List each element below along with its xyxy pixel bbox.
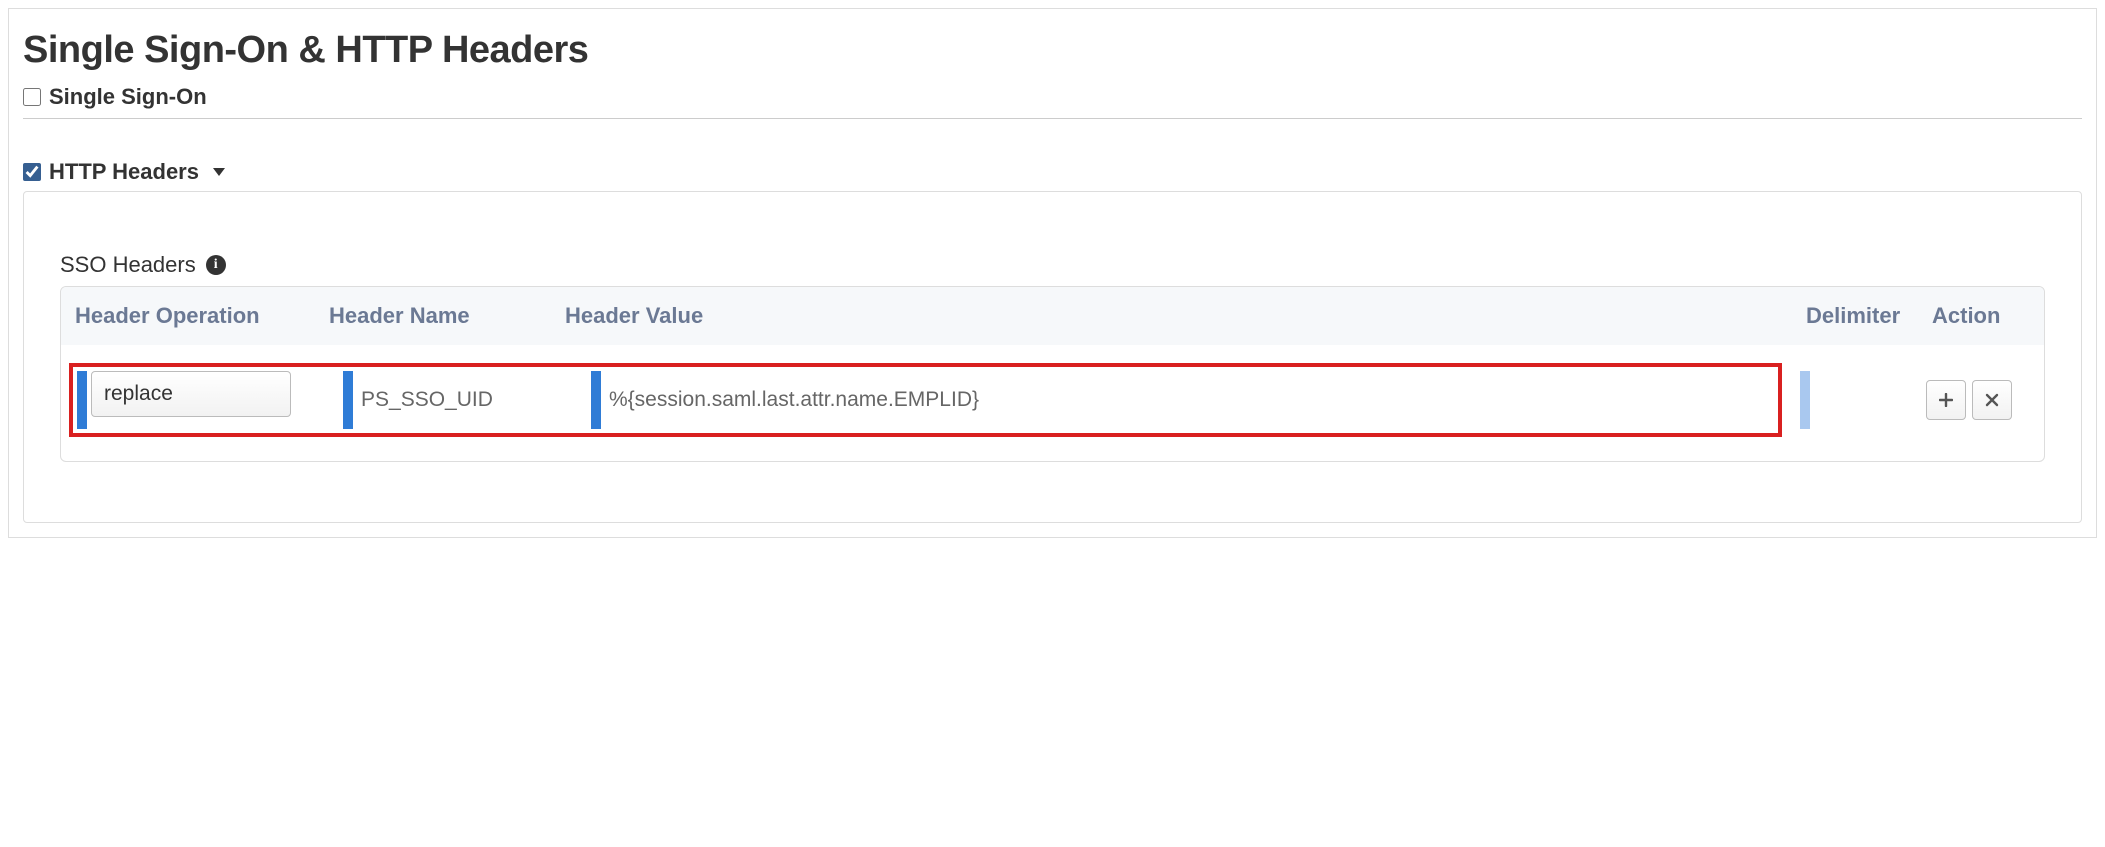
col-header-delimiter: Delimiter (1800, 299, 1920, 333)
inactive-indicator-icon (1800, 371, 1810, 429)
header-operation-value: replace (104, 382, 173, 406)
operation-cell: replace (77, 371, 325, 429)
table-row: replace (61, 345, 2044, 461)
sso-headers-title-row: SSO Headers i (60, 252, 2045, 278)
http-headers-panel: SSO Headers i Header Operation Header Na… (23, 191, 2082, 523)
active-indicator-icon (343, 371, 353, 429)
single-sign-on-row: Single Sign-On (23, 84, 2082, 119)
col-header-action: Action (1926, 299, 2036, 333)
action-cell (1926, 380, 2036, 420)
delimiter-input[interactable] (1810, 371, 1920, 429)
http-headers-checkbox[interactable] (23, 163, 41, 181)
add-row-button[interactable] (1926, 380, 1966, 420)
page-title: Single Sign-On & HTTP Headers (23, 29, 2082, 72)
header-name-input[interactable] (353, 371, 573, 429)
value-cell (591, 371, 1774, 429)
single-sign-on-label: Single Sign-On (49, 84, 207, 110)
delimiter-cell (1800, 371, 1920, 429)
header-operation-select[interactable]: replace (91, 371, 291, 417)
name-cell (343, 371, 573, 429)
col-header-operation: Header Operation (69, 299, 317, 333)
info-icon[interactable]: i (206, 255, 226, 275)
highlighted-fields: replace (69, 363, 1782, 437)
http-headers-row: HTTP Headers (23, 159, 2082, 185)
single-sign-on-checkbox[interactable] (23, 88, 41, 106)
remove-row-button[interactable] (1972, 380, 2012, 420)
active-indicator-icon (77, 371, 87, 429)
http-headers-label: HTTP Headers (49, 159, 199, 185)
col-header-value: Header Value (559, 299, 1794, 333)
config-panel: Single Sign-On & HTTP Headers Single Sig… (8, 8, 2097, 538)
table-header-row: Header Operation Header Name Header Valu… (61, 287, 2044, 345)
collapse-toggle-icon[interactable] (213, 168, 225, 176)
header-value-input[interactable] (601, 371, 1774, 429)
col-header-name: Header Name (323, 299, 553, 333)
active-indicator-icon (591, 371, 601, 429)
sso-headers-title: SSO Headers (60, 252, 196, 278)
sso-headers-table: Header Operation Header Name Header Valu… (60, 286, 2045, 462)
